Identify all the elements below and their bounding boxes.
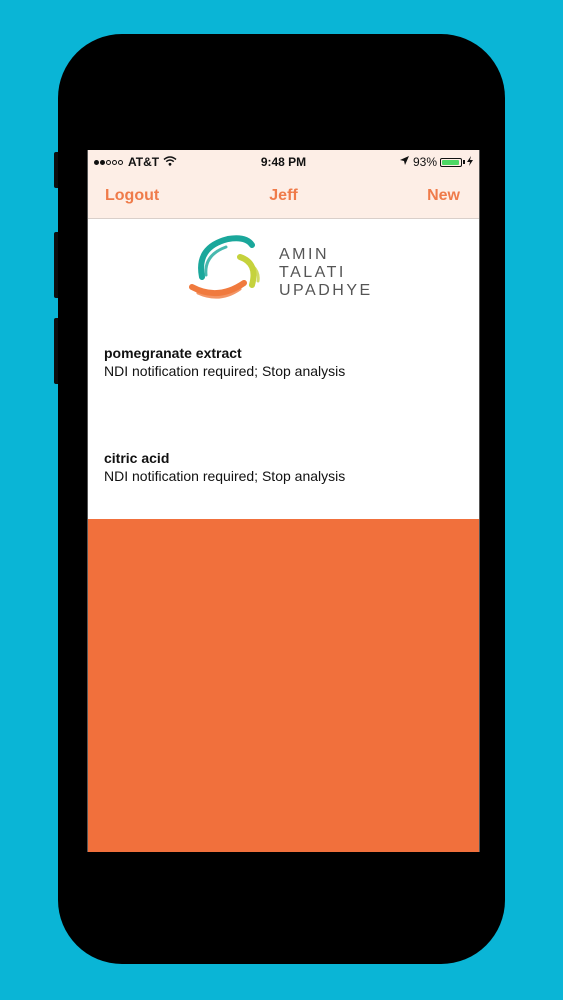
logo-mark-icon xyxy=(189,235,260,299)
battery-icon xyxy=(440,157,462,167)
battery-percent: 93% xyxy=(412,155,437,169)
charging-bolt-icon xyxy=(467,155,473,169)
logo-line: TALATI xyxy=(279,264,346,281)
company-logo: AMIN TALATI UPADHYE xyxy=(188,233,378,303)
volume-up-button xyxy=(54,232,58,298)
ingredient-name: pomegranate extract xyxy=(104,345,242,361)
lower-panel xyxy=(88,519,479,852)
nav-title: Jeff xyxy=(269,187,298,204)
list-item[interactable]: citric acid NDI notification required; S… xyxy=(104,450,345,484)
logo-text: AMIN TALATI UPADHYE xyxy=(279,246,373,300)
status-right: 93% xyxy=(399,155,473,169)
volume-down-button xyxy=(54,318,58,384)
location-arrow-icon xyxy=(399,156,409,168)
logo-line: UPADHYE xyxy=(279,282,373,299)
status-bar: AT&T 9:48 PM 93% xyxy=(88,150,479,174)
navigation-bar: Logout Jeff New xyxy=(88,174,479,219)
logo-line: AMIN xyxy=(279,246,329,263)
mute-switch xyxy=(54,152,58,188)
new-button[interactable]: New xyxy=(427,187,460,205)
phone-screen: AT&T 9:48 PM 93% Logout Jeff New AMIN TA… xyxy=(87,150,480,852)
ingredient-status: NDI notification required; Stop analysis xyxy=(104,363,346,379)
battery-tip xyxy=(463,160,465,164)
results-list: AMIN TALATI UPADHYE pomegranate extract … xyxy=(88,219,479,519)
ingredient-status: NDI notification required; Stop analysis xyxy=(104,468,346,484)
list-item[interactable]: pomegranate extract NDI notification req… xyxy=(104,345,345,379)
ingredient-name: citric acid xyxy=(104,450,170,466)
